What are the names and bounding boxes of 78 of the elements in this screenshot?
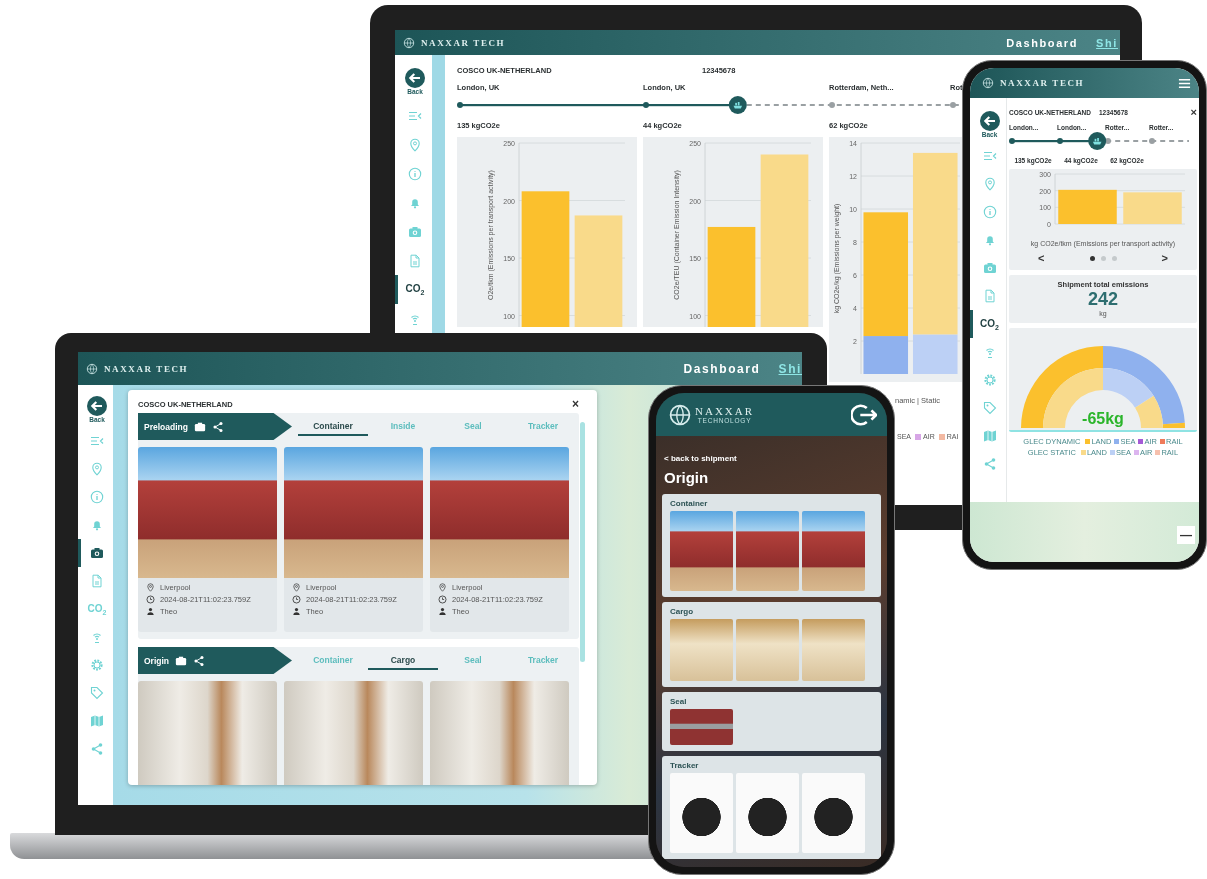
group-title: Seal	[670, 697, 688, 706]
clock-icon	[438, 595, 447, 604]
close-button[interactable]: ×	[572, 397, 579, 411]
globe-logo-icon	[403, 36, 415, 49]
globe-logo-icon	[982, 77, 994, 89]
tab[interactable]: Cargo	[368, 651, 438, 670]
group-title: Container	[670, 499, 709, 508]
logout-icon	[851, 401, 877, 428]
document-icon	[90, 574, 104, 588]
share-icon	[982, 457, 997, 471]
location-pin-icon	[292, 583, 301, 592]
location-pin-icon	[146, 583, 155, 592]
location-pin-icon	[408, 137, 422, 152]
chart-bar	[1123, 192, 1182, 224]
clock-icon	[292, 595, 301, 604]
camera-icon	[90, 546, 104, 560]
tab[interactable]: Container	[298, 417, 368, 436]
section-label: Preloading	[144, 421, 188, 432]
info-icon	[982, 205, 997, 219]
person-icon	[438, 607, 447, 616]
page-title: Origin	[664, 469, 710, 486]
ship-marker-icon	[728, 96, 747, 114]
brand-name: NAXXAR	[695, 405, 755, 417]
brand-name: NAXXAR TECH	[104, 363, 189, 374]
section-label: Origin	[144, 655, 170, 666]
share-icon	[90, 742, 104, 756]
photo-placeholder	[736, 619, 799, 681]
photo-placeholder	[802, 619, 865, 681]
scrollbar[interactable]	[580, 422, 585, 662]
person-icon	[292, 607, 301, 616]
menu-icon	[1178, 76, 1191, 90]
tag-icon	[982, 401, 997, 415]
location-pin-icon	[90, 462, 104, 476]
camera-icon	[408, 224, 422, 239]
brand-name: NAXXAR TECH	[421, 37, 506, 48]
ship-marker-icon	[1088, 132, 1107, 150]
settings-icon	[982, 373, 997, 387]
camera-icon	[175, 654, 188, 667]
photo-placeholder	[670, 709, 733, 745]
map-icon	[90, 714, 104, 728]
menu-collapse-icon	[90, 434, 104, 448]
nav-link[interactable]: Dashboard	[683, 361, 761, 376]
previous-button[interactable]: <	[1038, 252, 1045, 264]
group-title: Tracker	[670, 761, 700, 770]
location-pin-icon	[438, 583, 447, 592]
page-dot[interactable]	[1111, 255, 1117, 261]
back-link[interactable]: < back to shipment	[664, 454, 881, 463]
share-icon	[211, 420, 224, 433]
close-button[interactable]: ×	[1190, 106, 1197, 118]
page-dot[interactable]	[1089, 255, 1095, 261]
tag-icon	[90, 686, 104, 700]
share-icon	[193, 654, 206, 667]
settings-icon	[90, 658, 104, 672]
globe-logo-icon	[668, 402, 692, 427]
globe-logo-icon	[86, 362, 98, 375]
summary-value: 242	[1087, 289, 1118, 310]
document-icon	[408, 253, 422, 268]
location-pin-icon	[982, 177, 997, 191]
info-icon	[90, 490, 104, 504]
chart-bar	[1058, 189, 1117, 224]
camera-icon	[982, 261, 997, 275]
zoom-out-button[interactable]: —	[1177, 526, 1195, 544]
person-icon	[146, 607, 155, 616]
page-dot[interactable]	[1100, 255, 1106, 261]
camera-icon	[193, 420, 206, 433]
info-icon	[408, 166, 422, 181]
sidebar-item[interactable]: CO$_{2}$	[970, 310, 1006, 338]
clock-icon	[146, 595, 155, 604]
brand-name: NAXXAR TECH	[1000, 78, 1085, 88]
nav-link[interactable]: Dashboard	[1006, 36, 1079, 49]
group-title: Cargo	[670, 607, 695, 616]
bell-icon	[90, 518, 104, 532]
menu-collapse-icon	[982, 149, 997, 163]
map-icon	[982, 429, 997, 443]
photo-placeholder	[670, 619, 733, 681]
gauge-value: -65kg	[1081, 410, 1125, 428]
document-icon	[982, 289, 997, 303]
next-button[interactable]: >	[1161, 252, 1168, 264]
